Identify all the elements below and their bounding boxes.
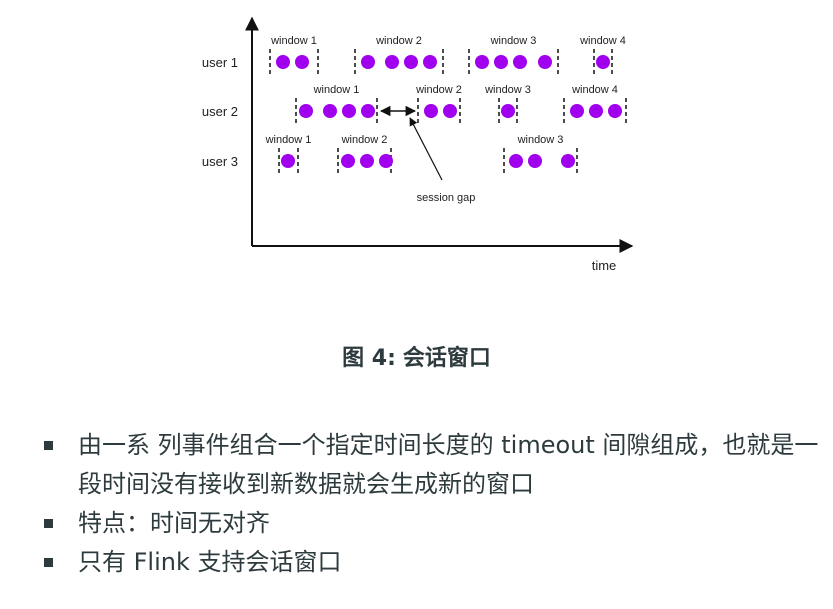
user-label: user 3 [202, 154, 238, 169]
event-dot [404, 55, 418, 69]
event-dot [323, 104, 337, 118]
session-gap-pointer [409, 117, 443, 181]
event-dot [570, 104, 584, 118]
event-dot [423, 55, 437, 69]
event-dot [596, 55, 610, 69]
event-dot [281, 154, 295, 168]
event-dot [295, 55, 309, 69]
user-label: user 2 [202, 104, 238, 119]
window-label: window 1 [265, 134, 312, 146]
bullet-square-icon [44, 441, 53, 450]
event-dot [513, 55, 527, 69]
window-label: window 3 [517, 134, 564, 146]
bullet-text: 只有 Flink 支持会话窗口 [78, 548, 342, 576]
bullet-square-icon [44, 558, 53, 567]
event-dot [538, 55, 552, 69]
event-dot [501, 104, 515, 118]
bullet-item: 由一系 列事件组合一个指定时间长度的 timeout 间隙组成，也就是一段时间没… [40, 426, 820, 504]
figure-number: 图 4: [342, 346, 396, 371]
event-dot [342, 104, 356, 118]
window-label: window 2 [415, 84, 462, 96]
event-dot [589, 104, 603, 118]
event-dot [494, 55, 508, 69]
event-dot [528, 154, 542, 168]
event-dot [361, 104, 375, 118]
event-dot [276, 55, 290, 69]
window-label: window 3 [484, 84, 531, 96]
window-label: window 3 [490, 35, 537, 47]
window-label: window 1 [270, 35, 317, 47]
window-label: window 1 [313, 84, 360, 96]
bullet-list: 由一系 列事件组合一个指定时间长度的 timeout 间隙组成，也就是一段时间没… [40, 426, 820, 582]
event-dot [299, 104, 313, 118]
event-dot [424, 104, 438, 118]
bullet-item: 特点：时间无对齐 [40, 504, 820, 543]
session-gap-label: session gap [417, 192, 476, 204]
x-axis-label: time [592, 258, 617, 273]
window-label: window 4 [571, 84, 618, 96]
event-dot [443, 104, 457, 118]
event-dot [361, 55, 375, 69]
window-label: window 2 [375, 35, 422, 47]
event-dot [608, 104, 622, 118]
session-window-diagram: time user 1 window 1 window 2 window 3 window… [202, 16, 634, 273]
event-dot [360, 154, 374, 168]
window-label: window 4 [579, 35, 626, 47]
event-dot [561, 154, 575, 168]
bullet-text: 特点：时间无对齐 [78, 509, 270, 537]
bullet-square-icon [44, 519, 53, 528]
event-dot [509, 154, 523, 168]
figure-title: 会话窗口 [402, 346, 491, 371]
window-label: window 2 [341, 134, 388, 146]
bullet-text: 由一系 列事件组合一个指定时间长度的 timeout 间隙组成，也就是一段时间没… [78, 431, 819, 498]
event-dot [341, 154, 355, 168]
event-dot [379, 154, 393, 168]
bullet-item: 只有 Flink 支持会话窗口 [40, 543, 820, 582]
event-dot [385, 55, 399, 69]
user-label: user 1 [202, 55, 238, 70]
event-dot [475, 55, 489, 69]
figure-caption: 图 4: 会话窗口 [0, 340, 833, 372]
